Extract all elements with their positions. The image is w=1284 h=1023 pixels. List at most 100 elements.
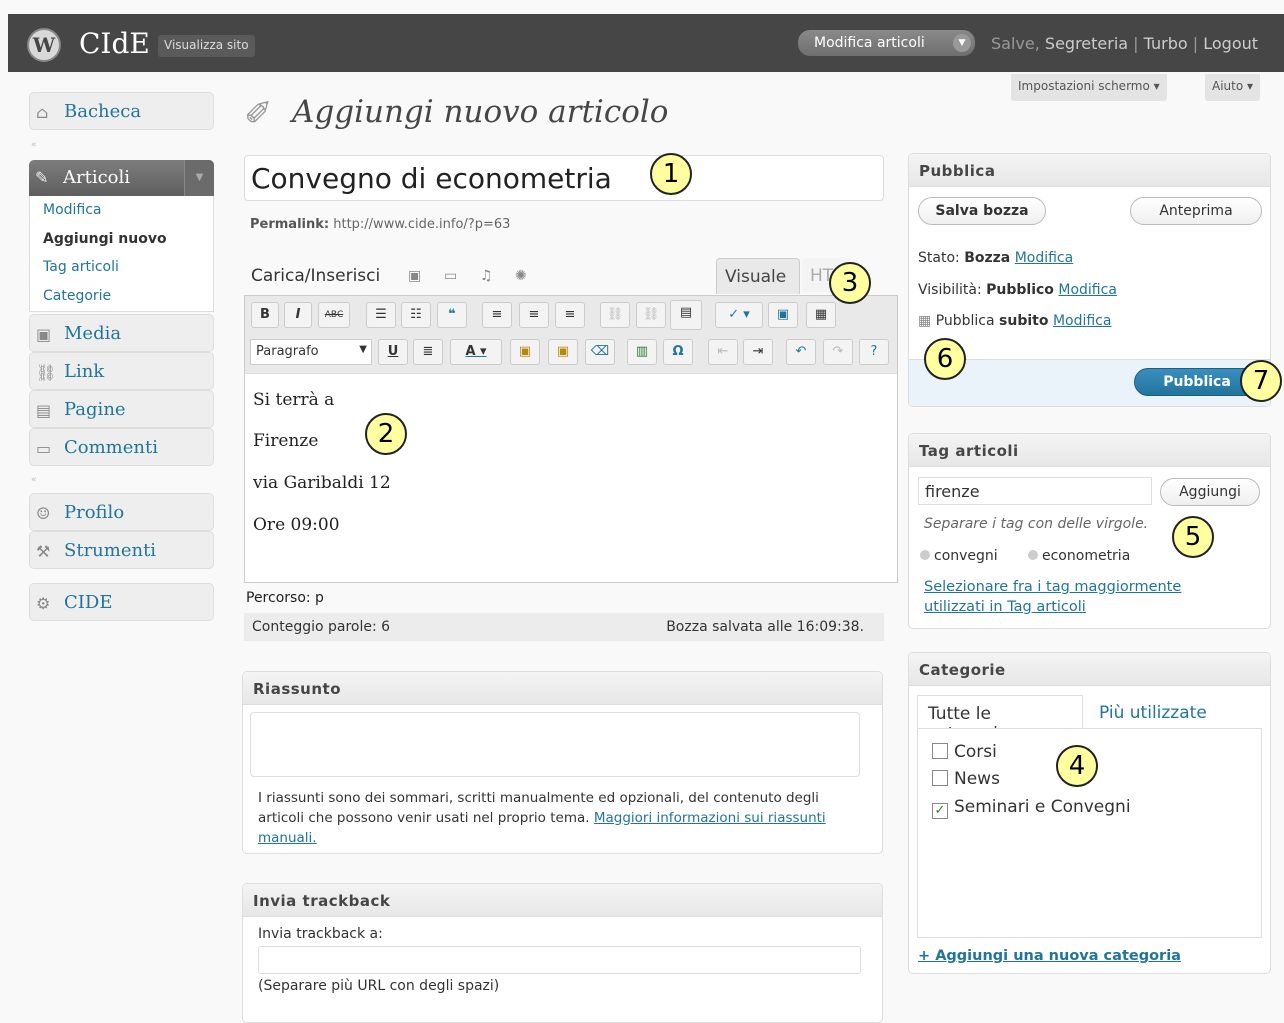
remove-tag-icon[interactable]: [1028, 550, 1038, 560]
user-link[interactable]: Segreteria: [1045, 34, 1128, 53]
menu-cide[interactable]: ⚙ CIDE: [29, 583, 214, 621]
menu-comments[interactable]: ▭ Commenti: [29, 428, 214, 466]
tag-input[interactable]: firenze: [918, 477, 1152, 505]
kitchen-sink-button[interactable]: ▦: [806, 302, 836, 328]
favorite-actions-dropdown[interactable]: Modifica articoli ▼: [798, 30, 975, 56]
publish-title[interactable]: Pubblica: [909, 154, 1270, 187]
preview-button[interactable]: Anteprima: [1130, 197, 1262, 225]
permalink-url[interactable]: http://www.cide.info/?p=63: [333, 217, 510, 232]
logout-link[interactable]: Logout: [1203, 34, 1258, 53]
edit-visibility-link[interactable]: Modifica: [1058, 282, 1117, 298]
insert-media-button[interactable]: ▥: [627, 339, 657, 365]
tags-title[interactable]: Tag articoli: [909, 434, 1270, 467]
menu-links[interactable]: ⛓ Link: [29, 352, 214, 390]
paste-text-button[interactable]: ▣: [510, 339, 540, 365]
menu-dashboard[interactable]: ⌂ Bacheca: [29, 92, 214, 130]
category-item[interactable]: Corsi: [932, 742, 997, 762]
numbered-list-button[interactable]: ☷: [401, 302, 431, 328]
unlink-button[interactable]: ⛓: [636, 302, 666, 328]
site-title[interactable]: CIdE: [79, 27, 150, 60]
submenu-edit[interactable]: Modifica: [43, 202, 102, 218]
visibility-label: Visibilità:: [918, 282, 982, 298]
fullscreen-button[interactable]: ▣: [768, 302, 798, 328]
insert-link-button[interactable]: ⛓: [600, 302, 630, 328]
trackback-input[interactable]: [258, 946, 861, 974]
category-checkbox-checked[interactable]: ✓: [932, 803, 948, 819]
strikethrough-button[interactable]: ABC: [318, 302, 350, 328]
excerpt-title[interactable]: Riassunto: [243, 672, 882, 705]
submenu-toggle-icon[interactable]: ▼: [184, 160, 214, 196]
underline-button[interactable]: U: [378, 339, 408, 365]
menu-separator[interactable]: «: [31, 475, 37, 485]
edit-status-link[interactable]: Modifica: [1015, 250, 1074, 266]
spellcheck-button[interactable]: ✓ ▾: [715, 302, 763, 328]
italic-button[interactable]: I: [284, 302, 312, 328]
insert-more-button[interactable]: ▤: [670, 300, 702, 330]
tab-all-categories[interactable]: Tutte le categorie: [917, 695, 1083, 744]
screen-options-button[interactable]: Impostazioni schermo ▾: [1011, 74, 1167, 101]
add-audio-icon[interactable]: ♫: [480, 268, 494, 284]
text-color-button[interactable]: A ▾: [450, 339, 502, 365]
submenu-tags[interactable]: Tag articoli: [43, 259, 119, 275]
menu-pages[interactable]: ▤ Pagine: [29, 390, 214, 428]
menu-profile-label: Profilo: [64, 502, 125, 523]
post-title-input[interactable]: Convegno di econometria: [244, 155, 884, 201]
calendar-icon: ▦: [918, 313, 932, 329]
chevron-down-icon[interactable]: ▼: [953, 34, 971, 52]
blockquote-button[interactable]: ❝: [437, 302, 467, 328]
paste-word-button[interactable]: ▣: [548, 339, 578, 365]
bullet-list-button[interactable]: ☰: [366, 302, 396, 328]
add-category-link[interactable]: + Aggiungi una nuova categoria: [918, 948, 1181, 964]
save-draft-button[interactable]: Salva bozza: [918, 197, 1046, 225]
wordpress-logo-icon[interactable]: W: [27, 28, 61, 62]
category-label: News: [954, 769, 1000, 789]
comment-icon: ▭: [36, 439, 52, 458]
tag-help: Separare i tag con delle virgole.: [924, 516, 1149, 532]
add-video-icon[interactable]: ▭: [444, 268, 458, 284]
page-title: Aggiungi nuovo articolo: [292, 94, 669, 130]
tab-popular-categories[interactable]: Più utilizzate: [1099, 703, 1207, 723]
menu-separator[interactable]: «: [31, 140, 37, 150]
categories-title[interactable]: Categorie: [909, 653, 1270, 686]
outdent-button[interactable]: ⇤: [708, 339, 738, 365]
menu-profile[interactable]: ☺ Profilo: [29, 493, 214, 531]
chevron-down-icon: ▼: [359, 344, 367, 355]
remove-tag-icon[interactable]: [920, 550, 930, 560]
format-select[interactable]: Paragrafo ▼: [250, 339, 372, 365]
special-char-button[interactable]: Ω: [663, 339, 693, 365]
add-tag-button[interactable]: Aggiungi: [1160, 478, 1260, 506]
menu-posts[interactable]: ✎ Articoli ▼: [29, 160, 214, 196]
align-center-button[interactable]: ≡: [519, 302, 549, 328]
category-checkbox[interactable]: [932, 770, 948, 786]
help-icon[interactable]: ?: [859, 339, 889, 365]
indent-button[interactable]: ⇥: [743, 339, 773, 365]
add-media-icon[interactable]: ✺: [515, 268, 529, 284]
submenu-add-new[interactable]: Aggiungi nuovo: [43, 231, 167, 247]
justify-button[interactable]: ≣: [413, 339, 443, 365]
edit-schedule-link[interactable]: Modifica: [1053, 313, 1112, 329]
gear-icon: ⚙: [36, 594, 51, 613]
undo-button[interactable]: ↶: [786, 339, 816, 365]
add-image-icon[interactable]: ▣: [408, 268, 422, 284]
tab-visual[interactable]: Visuale: [716, 258, 800, 294]
turbo-link[interactable]: Turbo: [1144, 34, 1188, 53]
category-checkbox[interactable]: [932, 743, 948, 759]
excerpt-textarea[interactable]: [250, 712, 860, 777]
redo-button[interactable]: ↷: [823, 339, 853, 365]
tag-cloud-link[interactable]: Selezionare fra i tag maggiormente utili…: [924, 577, 1224, 617]
submenu-categories[interactable]: Categorie: [43, 288, 111, 304]
remove-format-button[interactable]: ⌫: [585, 339, 615, 365]
schedule-row: ▦ Pubblica subito Modifica: [918, 313, 1111, 329]
trackback-title[interactable]: Invia trackback: [243, 884, 882, 917]
category-item[interactable]: ✓ Seminari e Convegni: [932, 797, 1131, 819]
align-left-button[interactable]: ≡: [482, 302, 512, 328]
view-site-button[interactable]: Visualizza sito: [158, 35, 255, 57]
menu-posts-label: Articoli: [63, 167, 131, 188]
align-right-button[interactable]: ≡: [555, 302, 585, 328]
help-button[interactable]: Aiuto ▾: [1205, 74, 1261, 101]
menu-media[interactable]: ▣ Media: [29, 314, 214, 352]
bold-button[interactable]: B: [251, 302, 279, 328]
category-item[interactable]: News: [932, 769, 1000, 789]
editor-content[interactable]: Si terrà a Firenze via Garibaldi 12 Ore …: [244, 373, 898, 583]
menu-tools[interactable]: ⚒ Strumenti: [29, 531, 214, 569]
